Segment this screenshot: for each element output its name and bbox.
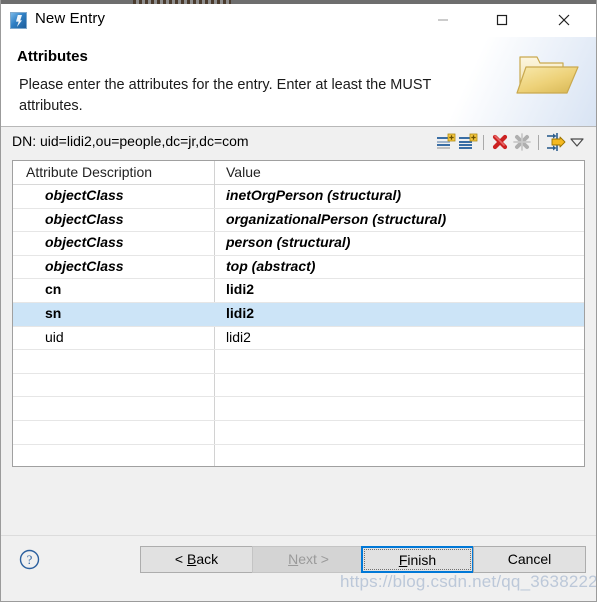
dn-toolbar-strip: DN: uid=lidi2,ou=people,dc=jr,dc=com: [1, 128, 596, 156]
table-row[interactable]: objectClass inetOrgPerson (structural): [13, 185, 584, 209]
wizard-header: Attributes Please enter the attributes f…: [1, 37, 596, 127]
expand-all-icon[interactable]: [544, 131, 566, 153]
toolbar-separator-1: [483, 134, 484, 150]
cancel-button[interactable]: Cancel: [473, 546, 586, 573]
table-row[interactable]: [13, 374, 584, 398]
dn-label: DN: uid=lidi2,ou=people,dc=jr,dc=com: [12, 133, 249, 149]
new-attribute-icon[interactable]: [434, 131, 456, 153]
delete-icon[interactable]: [489, 131, 511, 153]
table-row[interactable]: [13, 350, 584, 374]
view-menu-chevron-icon[interactable]: [566, 131, 588, 153]
svg-text:?: ?: [27, 553, 33, 567]
minimize-icon: [438, 19, 448, 21]
delete-all-icon: [511, 131, 533, 153]
attribute-toolbar: [434, 131, 588, 153]
cell-value: lidi2: [226, 328, 251, 345]
table-row[interactable]: [13, 421, 584, 445]
attributes-table[interactable]: Attribute Description Value objectClass i…: [12, 160, 585, 467]
cell-value: lidi2: [226, 281, 255, 298]
column-header-attribute-description[interactable]: Attribute Description: [26, 164, 152, 180]
cell-value: top (abstract): [226, 257, 316, 274]
table-row[interactable]: sn lidi2: [13, 302, 584, 327]
toolbar-separator-2: [538, 134, 539, 150]
new-value-icon[interactable]: [456, 131, 478, 153]
maximize-button[interactable]: [479, 4, 525, 36]
help-question-icon[interactable]: ?: [19, 549, 40, 570]
cell-value: lidi2: [226, 304, 255, 321]
close-icon: [558, 14, 570, 26]
table-row[interactable]: [13, 445, 584, 466]
cell-attribute-description: sn: [45, 304, 62, 321]
title-bar: New Entry: [1, 4, 596, 37]
page-description: Please enter the attributes for the entr…: [19, 77, 432, 114]
table-row[interactable]: objectClass person (structural): [13, 232, 584, 256]
cell-attribute-description: uid: [45, 328, 64, 345]
ldap-entry-icon: [10, 12, 27, 29]
cell-value: inetOrgPerson (structural): [226, 187, 402, 203]
table-row[interactable]: uid lidi2: [13, 327, 584, 351]
close-button[interactable]: [541, 4, 587, 36]
cell-value: person (structural): [226, 234, 351, 251]
page-title: Attributes: [17, 48, 88, 65]
cell-attribute-description: objectClass: [45, 234, 124, 251]
window-title: New Entry: [35, 10, 106, 27]
minimize-button[interactable]: [420, 4, 466, 36]
table-header-row: Attribute Description Value: [13, 161, 584, 185]
cell-attribute-description: cn: [45, 281, 62, 298]
column-header-value[interactable]: Value: [226, 164, 261, 180]
back-button[interactable]: < Back: [140, 546, 253, 573]
maximize-icon: [496, 14, 508, 26]
table-body: objectClass inetOrgPerson (structural) obj…: [13, 185, 584, 466]
table-row[interactable]: objectClass organizationalPerson (structu…: [13, 209, 584, 233]
dialog-footer: ? < Back Next > Finish Cancel: [1, 535, 596, 601]
cell-attribute-description: objectClass: [45, 187, 124, 203]
cell-value: organizationalPerson (structural): [226, 210, 447, 227]
table-row[interactable]: cn lidi2: [13, 279, 584, 303]
cell-attribute-description: objectClass: [45, 210, 124, 227]
new-entry-dialog: New Entry Attributes Please enter the at…: [0, 0, 597, 602]
cell-attribute-description: objectClass: [45, 257, 124, 274]
next-button: Next >: [252, 546, 365, 573]
table-row[interactable]: [13, 397, 584, 421]
finish-button[interactable]: Finish: [361, 546, 474, 573]
table-row[interactable]: objectClass top (abstract): [13, 256, 584, 280]
open-folder-icon: [516, 56, 579, 94]
